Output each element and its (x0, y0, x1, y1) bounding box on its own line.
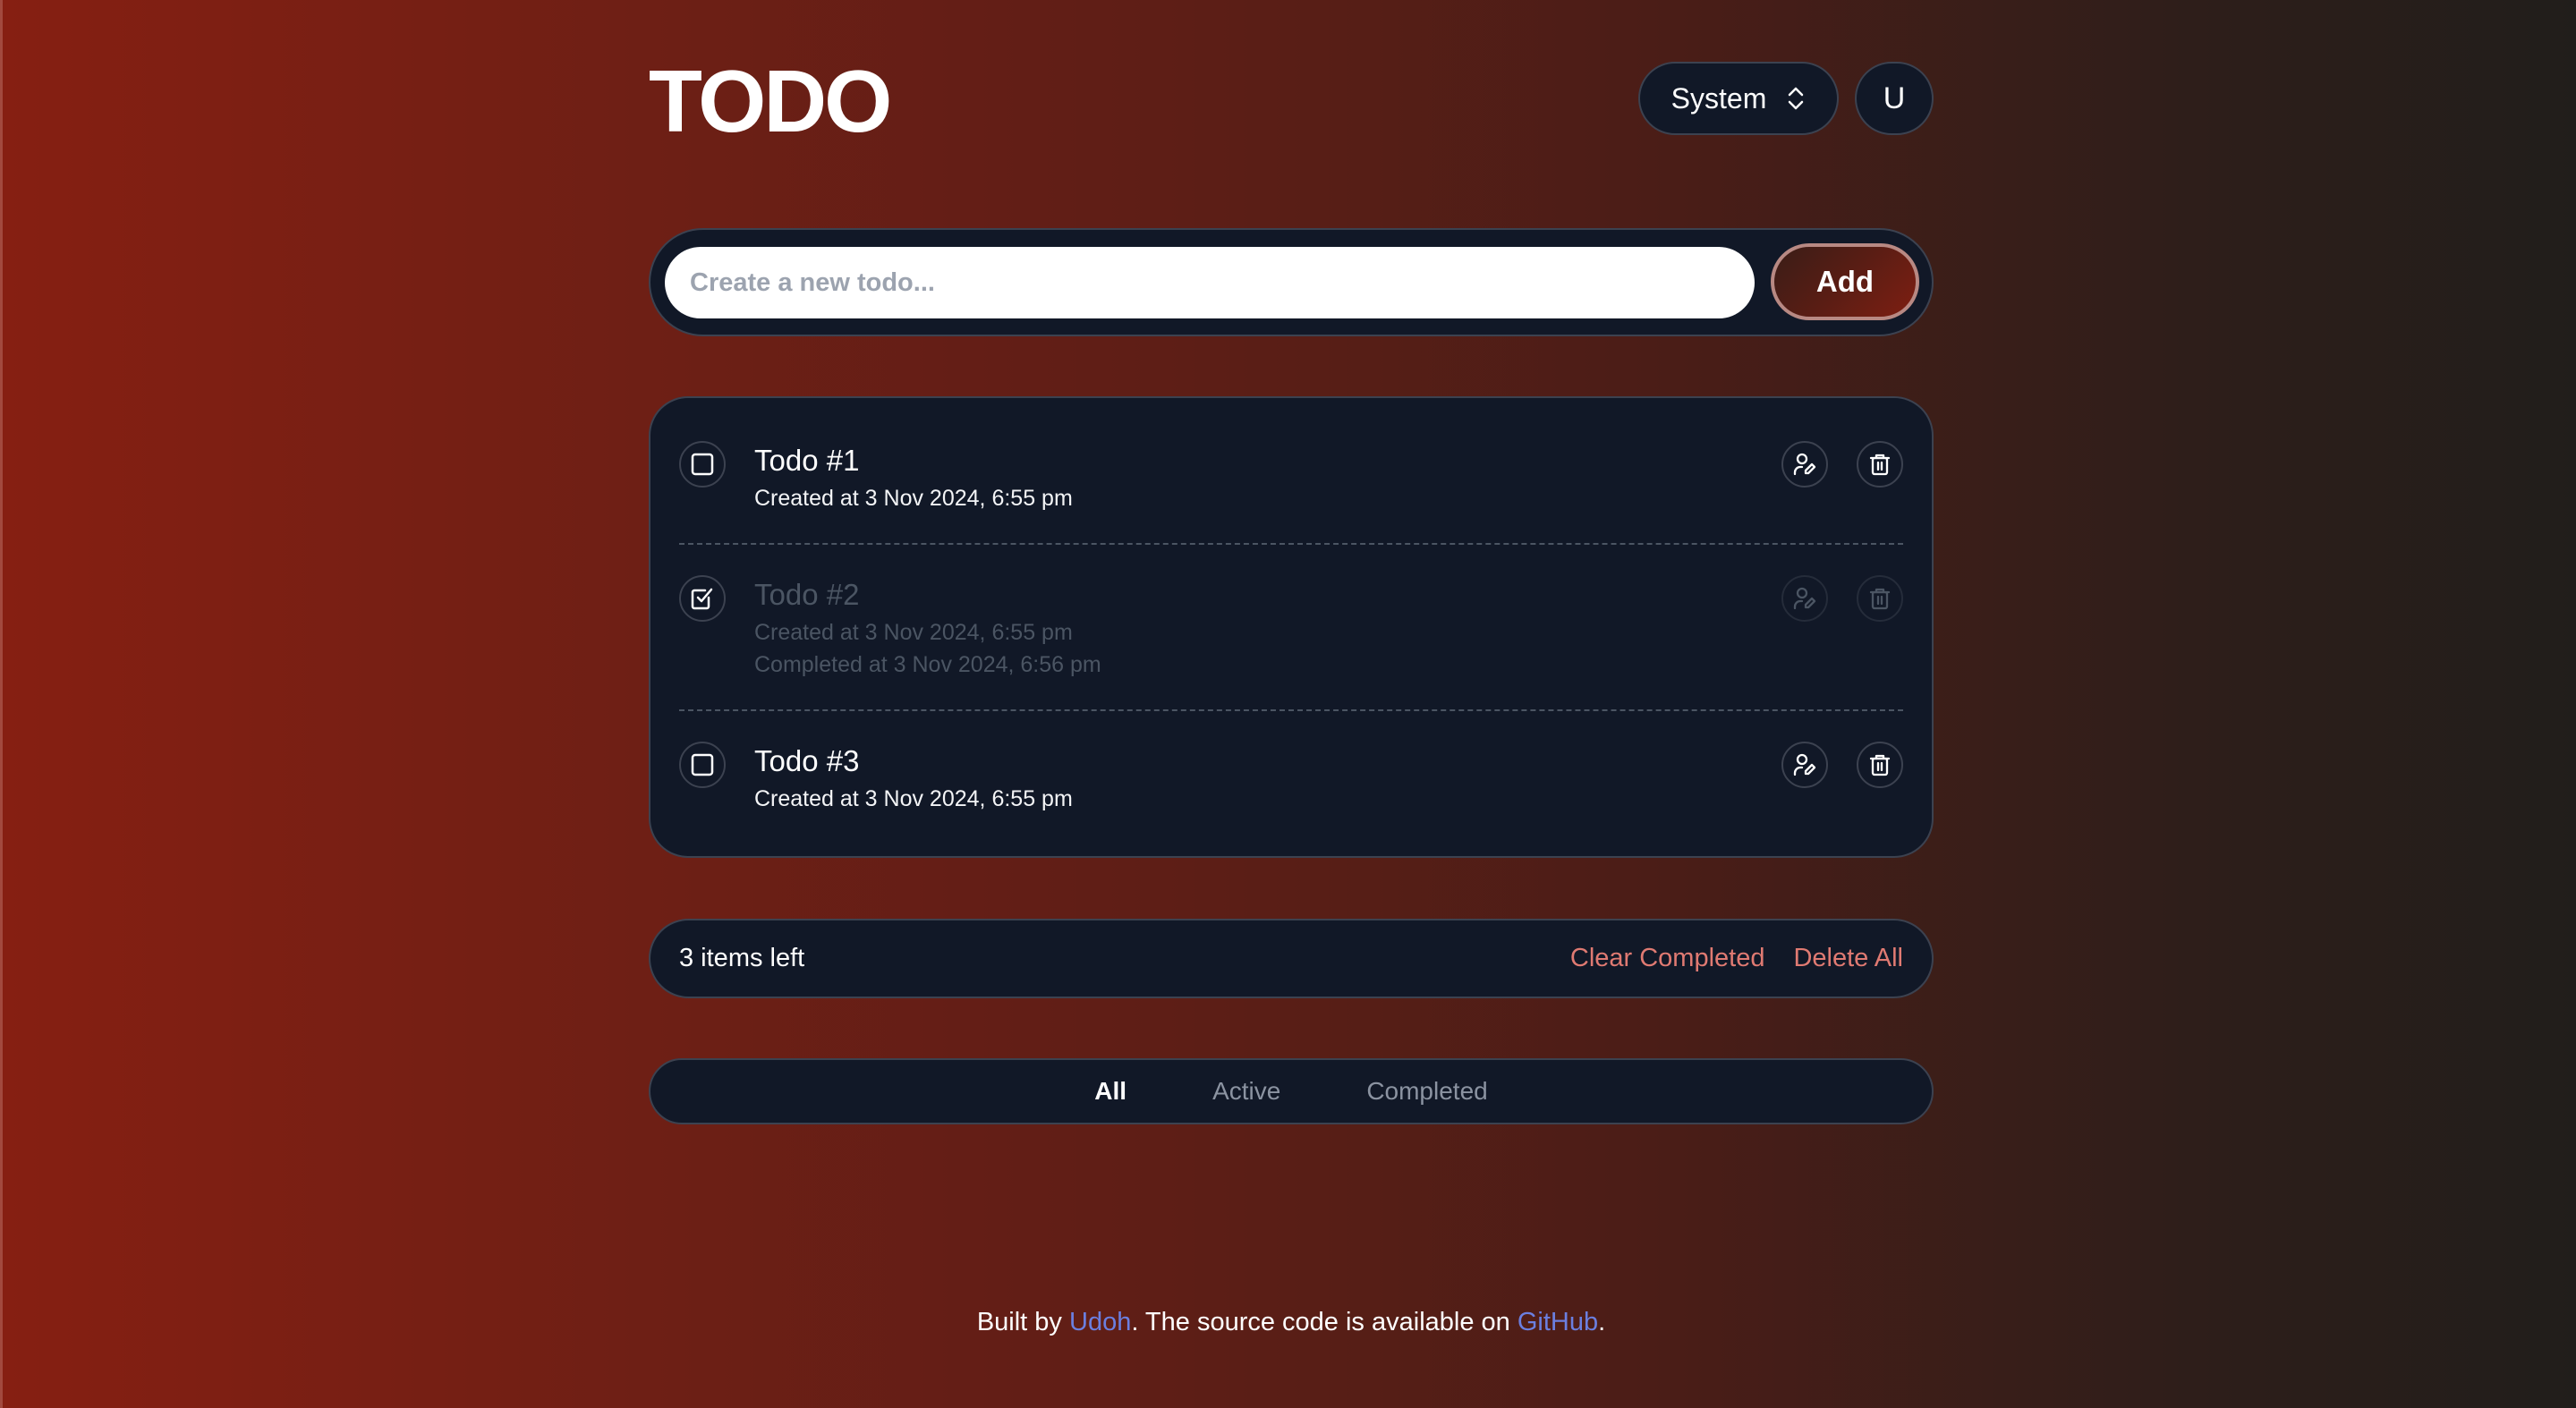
add-button[interactable]: Add (1771, 243, 1919, 320)
todo-title[interactable]: Todo #1 (754, 443, 1073, 479)
trash-icon (1869, 588, 1891, 610)
filter-tabs: All Active Completed (649, 1058, 1934, 1124)
credits-prefix: Built by (976, 1308, 1069, 1336)
footer-credits: Built by Udoh. The source code is availa… (649, 1308, 1934, 1337)
user-edit-icon (1793, 587, 1816, 610)
header-controls: System U (1638, 62, 1934, 135)
delete-todo-button[interactable] (1857, 441, 1903, 488)
todo-content: Todo #2 Created at 3 Nov 2024, 6:55 pm C… (754, 577, 1101, 681)
todo-content: Todo #1 Created at 3 Nov 2024, 6:55 pm (754, 443, 1073, 514)
todo-created-at: Created at 3 Nov 2024, 6:55 pm (754, 486, 1073, 511)
credits-suffix: . (1598, 1308, 1606, 1336)
checkbox-empty-icon (691, 453, 714, 476)
add-todo-form: Add (649, 228, 1934, 336)
page-title: TODO (649, 52, 892, 150)
todo-content: Todo #3 Created at 3 Nov 2024, 6:55 pm (754, 743, 1073, 815)
todo-actions (1781, 575, 1903, 622)
delete-all-button[interactable]: Delete All (1793, 944, 1903, 973)
summary-bar: 3 items left Clear Completed Delete All (649, 919, 1934, 998)
todo-checkbox[interactable] (679, 575, 726, 622)
todo-title[interactable]: Todo #2 (754, 577, 1101, 613)
clear-completed-button[interactable]: Clear Completed (1570, 944, 1765, 973)
author-link[interactable]: Udoh (1069, 1308, 1131, 1336)
filter-tab-active[interactable]: Active (1169, 1077, 1323, 1106)
todo-created-at: Created at 3 Nov 2024, 6:55 pm (754, 620, 1073, 645)
checkbox-checked-icon (691, 588, 713, 610)
todo-checkbox[interactable] (679, 441, 726, 488)
assign-user-button[interactable] (1781, 742, 1828, 788)
todo-completed-at: Completed at 3 Nov 2024, 6:56 pm (754, 652, 1101, 677)
theme-select[interactable]: System (1638, 62, 1839, 135)
todo-checkbox[interactable] (679, 742, 726, 788)
todo-item: Todo #3 Created at 3 Nov 2024, 6:55 pm (679, 711, 1903, 856)
todo-title[interactable]: Todo #3 (754, 743, 1073, 779)
todo-item: Todo #2 Created at 3 Nov 2024, 6:55 pm C… (679, 545, 1903, 711)
todo-list: Todo #1 Created at 3 Nov 2024, 6:55 pm T… (649, 396, 1934, 858)
delete-todo-button[interactable] (1857, 742, 1903, 788)
user-edit-icon (1793, 753, 1816, 776)
todo-item: Todo #1 Created at 3 Nov 2024, 6:55 pm (679, 398, 1903, 545)
credits-middle: . The source code is available on (1131, 1308, 1518, 1336)
chevron-up-down-icon (1789, 87, 1804, 110)
checkbox-empty-icon (691, 753, 714, 776)
todo-actions (1781, 742, 1903, 788)
todo-created-at: Created at 3 Nov 2024, 6:55 pm (754, 786, 1073, 811)
user-avatar-button[interactable]: U (1855, 62, 1934, 135)
delete-todo-button[interactable] (1857, 575, 1903, 622)
user-edit-icon (1793, 453, 1816, 476)
github-link[interactable]: GitHub (1518, 1308, 1598, 1336)
items-left-count: 3 items left (679, 944, 805, 972)
assign-user-button[interactable] (1781, 441, 1828, 488)
theme-select-value: System (1671, 81, 1767, 115)
new-todo-input[interactable] (665, 247, 1755, 318)
assign-user-button[interactable] (1781, 575, 1828, 622)
todo-actions (1781, 441, 1903, 488)
filter-tab-completed[interactable]: Completed (1323, 1077, 1530, 1106)
trash-icon (1869, 454, 1891, 476)
trash-icon (1869, 754, 1891, 776)
filter-tab-all[interactable]: All (1051, 1077, 1169, 1106)
